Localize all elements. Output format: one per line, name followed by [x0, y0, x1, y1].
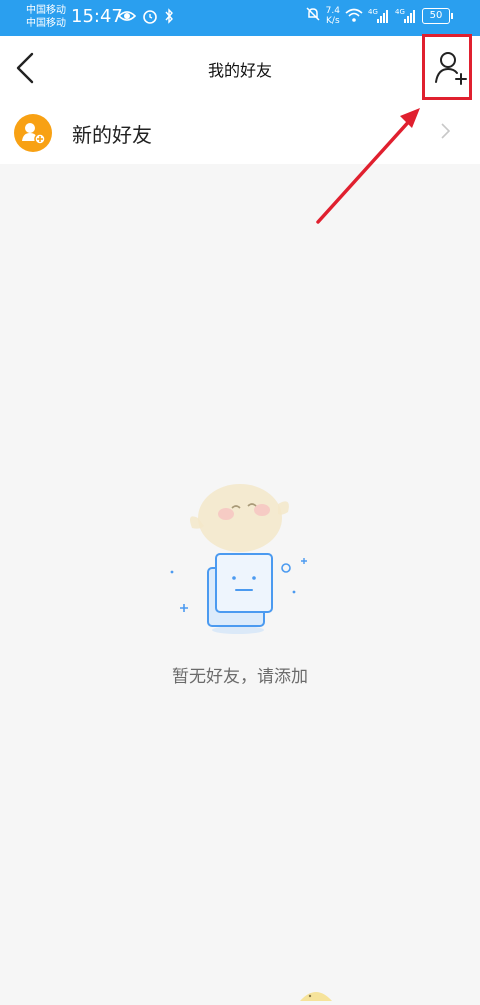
highlight-box: [422, 34, 472, 100]
speed-unit: K/s: [326, 16, 340, 26]
status-bar: 中国移动 中国移动 15:47 7.4 K/s 4G 4G 50: [0, 0, 480, 36]
carrier-name-2: 中国移动: [26, 18, 66, 29]
status-time: 15:47: [71, 6, 123, 27]
empty-state-message: 暂无好友，请添加: [172, 667, 308, 687]
carrier-info: 中国移动 中国移动: [26, 4, 66, 30]
network-speed: 7.4 K/s: [326, 6, 340, 26]
carrier-name-1: 中国移动: [26, 5, 66, 16]
signal-4g-icon-1: 4G: [368, 8, 390, 24]
mute-bell-icon: [305, 6, 321, 26]
annotation-arrow: [300, 100, 430, 234]
speed-value: 7.4: [325, 6, 340, 16]
signal-4g-icon-2: 4G: [395, 8, 417, 24]
page-title: 我的好友: [207, 61, 272, 80]
alarm-icon: [142, 8, 158, 28]
mascot-peek: [298, 986, 334, 1005]
bluetooth-icon: [164, 8, 174, 28]
new-friends-label: 新的好友: [72, 123, 152, 147]
eye-icon: [117, 8, 137, 28]
nav-header: 我的好友: [0, 36, 480, 100]
battery-indicator: 50: [422, 8, 453, 24]
chevron-right-icon: [440, 122, 452, 144]
empty-state-illustration: [160, 468, 320, 648]
wifi-icon: [345, 7, 363, 26]
new-friends-icon: [14, 114, 52, 152]
